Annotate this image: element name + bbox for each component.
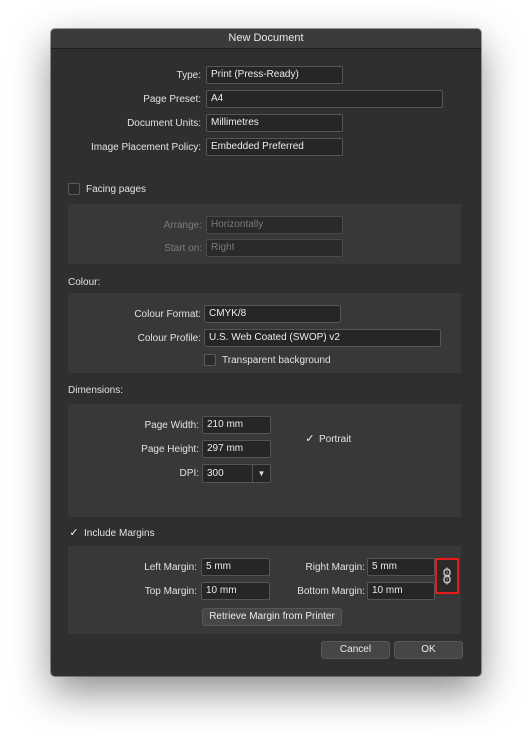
new-document-dialog: New Document Type: Print (Press-Ready) P… <box>51 29 481 676</box>
colour-format-label: Colour Format: <box>134 309 201 320</box>
arrange-select[interactable]: Horizontally <box>206 216 343 234</box>
transparent-background-label: Transparent background <box>222 355 331 366</box>
type-select[interactable]: Print (Press-Ready) <box>206 66 343 84</box>
bottom-margin-label: Bottom Margin: <box>297 586 365 597</box>
facing-pages-label: Facing pages <box>86 184 147 195</box>
top-margin-label: Top Margin: <box>144 586 197 597</box>
document-units-select[interactable]: Millimetres <box>206 114 343 132</box>
colour-format-select[interactable]: CMYK/8 <box>204 305 341 323</box>
page-height-input[interactable]: 297 mm <box>202 440 271 458</box>
transparent-background-checkbox[interactable] <box>204 354 216 366</box>
start-on-select[interactable]: Right <box>206 239 343 257</box>
top-margin-input[interactable]: 10 mm <box>201 582 270 600</box>
image-placement-label: Image Placement Policy: <box>90 142 201 153</box>
dimensions-section-label: Dimensions: <box>68 385 124 396</box>
portrait-checkbox[interactable]: ✓ <box>304 433 316 445</box>
colour-profile-label: Colour Profile: <box>137 333 201 344</box>
dialog-title: New Document <box>51 29 481 49</box>
retrieve-margin-button[interactable]: Retrieve Margin from Printer <box>202 608 342 626</box>
include-margins-label: Include Margins <box>84 528 155 539</box>
portrait-label: Portrait <box>319 434 352 445</box>
image-placement-select[interactable]: Embedded Preferred <box>206 138 343 156</box>
include-margins-checkbox[interactable]: ✓ <box>68 527 80 539</box>
ok-button[interactable]: OK <box>394 641 463 659</box>
arrange-label: Arrange: <box>163 220 202 231</box>
left-margin-label: Left Margin: <box>144 562 197 573</box>
left-margin-input[interactable]: 5 mm <box>201 558 270 576</box>
facing-pages-panel: Arrange: Horizontally Start on: Right <box>68 204 461 264</box>
margins-panel: Left Margin: 5 mm Top Margin: 10 mm Righ… <box>68 546 461 634</box>
dpi-label: DPI: <box>179 468 199 479</box>
cancel-button[interactable]: Cancel <box>321 641 390 659</box>
page-preset-label: Page Preset: <box>143 94 201 105</box>
right-margin-input[interactable]: 5 mm <box>367 558 435 576</box>
page-width-input[interactable]: 210 mm <box>202 416 271 434</box>
dimensions-panel: Page Width: 210 mm Page Height: 297 mm D… <box>68 404 461 517</box>
page-width-label: Page Width: <box>144 420 199 431</box>
colour-section-label: Colour: <box>68 277 101 288</box>
chain-link-icon <box>443 567 451 585</box>
link-margins-button[interactable] <box>435 558 459 594</box>
page-height-label: Page Height: <box>141 444 199 455</box>
dpi-select[interactable]: 300 ▼ <box>202 464 271 483</box>
colour-profile-select[interactable]: U.S. Web Coated (SWOP) v2 <box>204 329 441 347</box>
right-margin-label: Right Margin: <box>305 562 365 573</box>
document-units-label: Document Units: <box>127 118 201 129</box>
chevron-down-icon: ▼ <box>252 465 270 482</box>
facing-pages-checkbox[interactable] <box>68 183 80 195</box>
dpi-value: 300 <box>207 468 224 479</box>
start-on-label: Start on: <box>164 243 202 254</box>
type-label: Type: <box>176 70 201 81</box>
bottom-margin-input[interactable]: 10 mm <box>367 582 435 600</box>
colour-panel: Colour Format: CMYK/8 Colour Profile: U.… <box>68 293 461 373</box>
page-preset-select[interactable]: A4 <box>206 90 443 108</box>
